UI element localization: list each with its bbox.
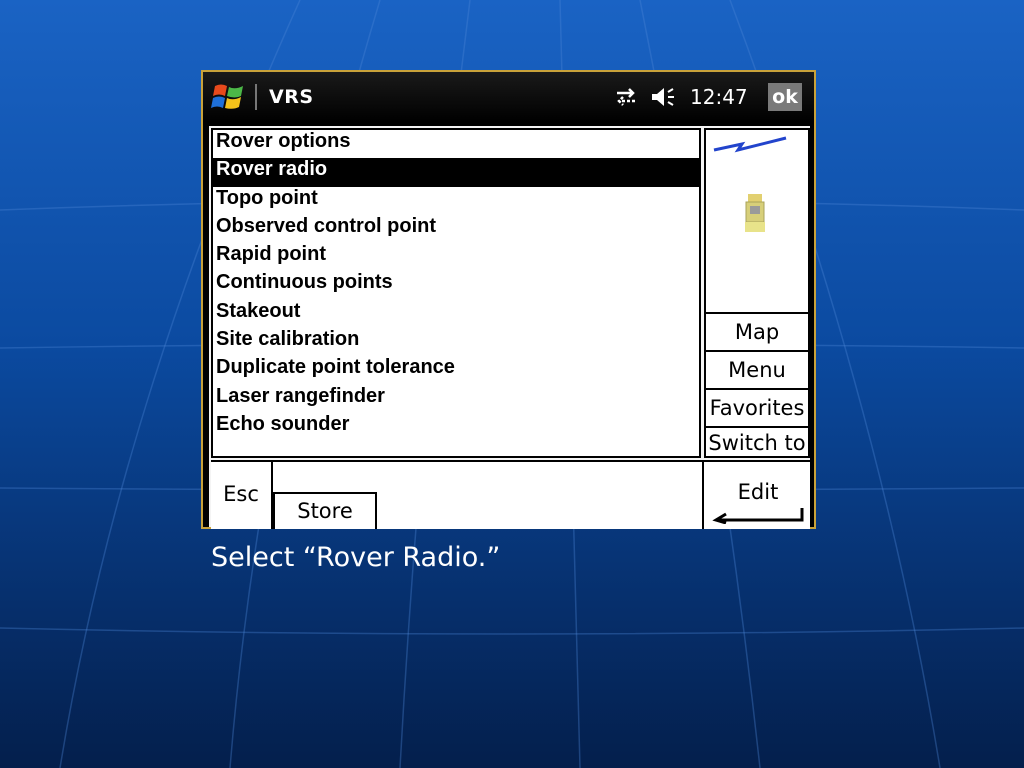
edit-button-label: Edit <box>737 480 779 504</box>
clock[interactable]: 12:47 <box>690 85 748 109</box>
list-item-topo-point[interactable]: Topo point <box>213 187 699 215</box>
enter-icon <box>712 508 804 524</box>
list-item-duplicate-point-tolerance[interactable]: Duplicate point tolerance <box>213 356 699 384</box>
radio-signal-icon[interactable] <box>712 134 788 154</box>
switch-to-button[interactable]: Switch to <box>706 428 808 456</box>
list-item-observed-control-point[interactable]: Observed control point <box>213 215 699 243</box>
list-item-stakeout[interactable]: Stakeout <box>213 300 699 328</box>
bottom-softkey-bar: Esc Store Edit <box>211 460 810 529</box>
list-item-rover-options[interactable]: Rover options <box>213 130 699 158</box>
esc-button[interactable]: Esc <box>211 462 273 529</box>
list-item-laser-rangefinder[interactable]: Laser rangefinder <box>213 385 699 413</box>
options-list: Rover options Rover radio Topo point Obs… <box>211 128 701 458</box>
list-item-echo-sounder[interactable]: Echo sounder <box>213 413 699 441</box>
status-area <box>706 130 808 314</box>
list-item-rapid-point[interactable]: Rapid point <box>213 243 699 271</box>
favorites-button[interactable]: Favorites <box>706 390 808 428</box>
connection-icon[interactable] <box>613 86 639 108</box>
handheld-device-screen: VRS 12:47 ok Rover options Rover radio T… <box>201 70 816 529</box>
ok-button[interactable]: ok <box>768 83 802 111</box>
menu-button[interactable]: Menu <box>706 352 808 390</box>
volume-icon[interactable] <box>649 86 683 108</box>
slide-caption: Select “Rover Radio.” <box>211 542 501 573</box>
title-bar: VRS 12:47 ok <box>203 72 814 122</box>
title-separator <box>255 84 257 110</box>
list-item-continuous-points[interactable]: Continuous points <box>213 271 699 299</box>
list-item-site-calibration[interactable]: Site calibration <box>213 328 699 356</box>
app-screen: Rover options Rover radio Topo point Obs… <box>209 126 810 529</box>
map-button[interactable]: Map <box>706 314 808 352</box>
edit-button[interactable]: Edit <box>702 462 812 529</box>
list-item-rover-radio[interactable]: Rover radio <box>213 158 699 187</box>
store-button[interactable]: Store <box>273 492 377 529</box>
window-title: VRS <box>269 86 314 108</box>
instrument-icon[interactable] <box>740 190 770 242</box>
side-panel: Map Menu Favorites Switch to <box>704 128 810 458</box>
windows-logo-icon[interactable] <box>211 82 247 112</box>
